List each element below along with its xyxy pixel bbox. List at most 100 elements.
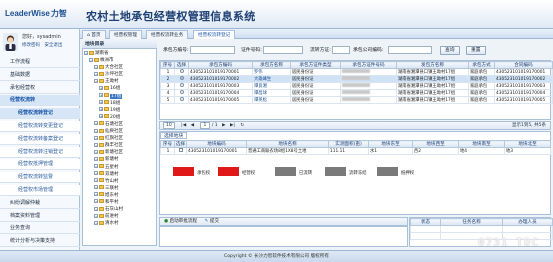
logout-link[interactable]: 安全退出 xyxy=(44,43,62,48)
tree-node[interactable]: − 竹山村 xyxy=(84,178,156,185)
expand-icon[interactable]: − xyxy=(94,142,98,147)
tree-node[interactable]: − 王坳村 xyxy=(84,78,156,85)
checkbox[interactable] xyxy=(179,148,183,152)
expand-icon[interactable]: − xyxy=(94,220,98,225)
tree-node[interactable]: − 新塘社区 xyxy=(84,149,156,156)
expand-icon[interactable]: − xyxy=(94,71,98,76)
tree-node[interactable]: +18组 xyxy=(84,100,156,107)
start-process-button[interactable]: 启动审批流程 xyxy=(169,219,197,224)
tree-node[interactable]: +16组 xyxy=(84,85,156,92)
row-select-cell[interactable] xyxy=(174,75,189,83)
row-radio[interactable] xyxy=(180,90,184,94)
tree-node[interactable]: − 清水村 xyxy=(84,220,156,227)
page-number-input[interactable]: 1 xyxy=(199,122,211,129)
next-page-icon[interactable]: ▶ xyxy=(222,123,225,128)
sidebar-item[interactable]: 基础数据 xyxy=(0,70,80,81)
tree-node[interactable]: − 双塘村 xyxy=(84,171,156,178)
expand-icon[interactable]: − xyxy=(94,149,98,154)
sidebar-item[interactable]: 经营权流转注销登记 xyxy=(0,146,80,158)
expand-icon[interactable]: − xyxy=(94,199,98,204)
expand-icon[interactable]: − xyxy=(94,178,98,183)
query-button[interactable]: 查询 xyxy=(440,46,460,55)
sidebar-item[interactable]: 经营权抵押管理 xyxy=(0,159,80,171)
row-select-cell[interactable] xyxy=(174,82,189,90)
expand-icon[interactable]: − xyxy=(94,78,98,83)
tree-node[interactable]: − 和平村 xyxy=(84,199,156,206)
row-select-cell[interactable] xyxy=(174,96,189,104)
tree-node[interactable]: +20组 xyxy=(84,114,156,121)
tree-node[interactable]: − 新塘村 xyxy=(84,156,156,163)
reset-button[interactable]: 重置 xyxy=(466,46,486,55)
sidebar-item[interactable]: 承包经营权 xyxy=(0,83,80,94)
sidebar-item[interactable]: 经营权流转变更登记 xyxy=(0,121,80,132)
submit-button[interactable]: 提交 xyxy=(210,219,219,224)
first-page-icon[interactable]: |◀ xyxy=(181,123,186,128)
expand-icon[interactable]: − xyxy=(94,171,98,176)
row-radio[interactable] xyxy=(180,76,184,80)
expand-icon[interactable]: + xyxy=(99,85,103,90)
sidebar-item[interactable]: 经营权流转 xyxy=(0,95,80,107)
grid-column-header[interactable]: 承包方证件类型 xyxy=(290,61,341,69)
grid-column-header[interactable]: 承包方证件号码 xyxy=(340,61,397,69)
row-radio[interactable] xyxy=(180,97,184,101)
tree-node[interactable]: − 沙坪社区 xyxy=(84,71,156,78)
grid-column-header[interactable]: 承包方编码 xyxy=(188,61,253,69)
table-row[interactable]: 5 430523101019170005 谭英松 居民身份证 湖南省湘潭县口镇王坳村17… xyxy=(160,96,553,104)
sidebar-item[interactable]: 经营权流转登记 xyxy=(0,108,80,120)
expand-icon[interactable]: − xyxy=(94,135,98,140)
tab-transfer-business[interactable]: 经营权流转业务 xyxy=(146,30,189,39)
sidebar-item[interactable]: 业务查询 xyxy=(0,223,80,235)
land-column-header[interactable]: 实测面积(亩) xyxy=(328,140,369,148)
expand-icon[interactable]: − xyxy=(94,164,98,168)
land-column-header[interactable]: 选择 xyxy=(174,140,187,148)
tree-node[interactable]: − 湖南省 xyxy=(84,50,156,57)
land-column-header[interactable]: 地块编码 xyxy=(186,140,247,148)
change-password-link[interactable]: 修改密码 xyxy=(22,43,40,48)
tree-node[interactable]: +19组 xyxy=(84,107,156,114)
expand-icon[interactable]: − xyxy=(94,206,98,211)
tab-home[interactable]: ⌂ 首页 xyxy=(82,30,106,39)
expand-icon[interactable]: − xyxy=(94,64,98,69)
expand-icon[interactable]: − xyxy=(94,192,98,197)
land-panel-tab[interactable]: 选择地块 xyxy=(160,132,188,139)
tree-node[interactable]: − 仙庾社区 xyxy=(84,128,156,135)
tree-node[interactable]: − 株洲市 xyxy=(84,57,156,64)
table-row[interactable]: 1 430523101019170001 罗伟 居民身份证 湖南省湘潭县口镇王坳村17组… xyxy=(160,68,553,76)
page-size-select[interactable]: 10 xyxy=(163,122,175,129)
table-row[interactable]: 3 430523101019170003 谭良湘 居民身份证 湖南省湘潭县口镇王坳村17… xyxy=(160,82,553,90)
grid-column-header[interactable]: 序号 xyxy=(160,61,175,69)
expand-icon[interactable]: + xyxy=(99,107,103,112)
tree-node[interactable]: − 大合社区 xyxy=(84,64,156,71)
tab-management[interactable]: 经营权管理 xyxy=(109,30,142,39)
company-input[interactable] xyxy=(388,46,432,54)
land-column-header[interactable]: 地块西至 xyxy=(412,140,459,148)
grid-column-header[interactable]: 承包方式 xyxy=(468,61,495,69)
sidebar-item[interactable]: 经营权流转备案登记 xyxy=(0,133,80,145)
row-select-cell[interactable] xyxy=(174,68,189,76)
tree-node[interactable]: − 前进村 xyxy=(84,213,156,220)
expand-icon[interactable]: − xyxy=(94,156,98,161)
sidebar-item[interactable]: 工作流程 xyxy=(0,57,80,68)
prev-page-icon[interactable]: ◀ xyxy=(191,123,194,128)
sidebar-item[interactable]: 经营权流转监督 xyxy=(0,172,80,184)
row-radio[interactable] xyxy=(180,69,184,73)
refresh-icon[interactable]: ↻ xyxy=(240,123,244,128)
tree-node[interactable]: − 石塘社区 xyxy=(84,121,156,128)
expand-icon[interactable]: + xyxy=(99,100,103,105)
expand-icon[interactable]: − xyxy=(94,121,98,126)
sidebar-item[interactable]: 档案资料管理 xyxy=(0,211,80,222)
expand-icon[interactable]: + xyxy=(99,114,103,119)
table-row[interactable]: 1 430523101019170001 普通工商联农场8组1X8号土地 111.11… xyxy=(160,147,551,155)
grid-column-header[interactable]: 承包方名称 xyxy=(252,61,291,69)
sidebar-item[interactable]: 纠纷调解仲裁 xyxy=(0,198,80,209)
contractor-code-input[interactable] xyxy=(190,46,235,54)
grid-column-header[interactable]: 合同编码 xyxy=(494,61,553,69)
tree-node[interactable]: +17组 xyxy=(84,93,156,100)
table-row[interactable]: 4 430523101019170004 谭昌球 居民身份证 湖南省湘潭县口镇王坳村17… xyxy=(160,89,553,97)
tree-node[interactable]: − 石灰山村 xyxy=(84,206,156,213)
row-select-cell[interactable] xyxy=(174,147,187,155)
grid-column-header[interactable]: 选择 xyxy=(174,61,189,69)
org-input[interactable] xyxy=(332,46,350,54)
tab-transfer-register[interactable]: 经营权流转登记 xyxy=(193,30,236,39)
expand-icon[interactable]: − xyxy=(94,185,98,190)
